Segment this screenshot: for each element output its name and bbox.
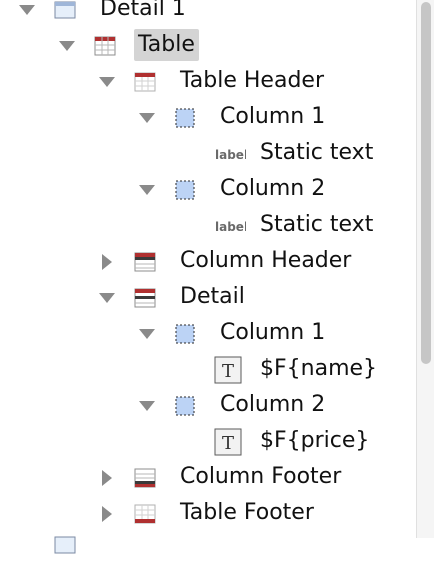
column-icon bbox=[174, 179, 196, 201]
tree-item-label: Column 2 bbox=[220, 176, 326, 201]
tree-item-label: Column 1 bbox=[220, 320, 326, 345]
tree-row-table[interactable]: Table bbox=[0, 28, 416, 64]
tree-item-label: Detail 1 bbox=[100, 0, 186, 21]
tree-row-text-field[interactable]: T $F{price} bbox=[0, 424, 416, 460]
static-text-icon: label bbox=[214, 143, 246, 165]
scrollbar-thumb[interactable] bbox=[421, 2, 431, 364]
expand-arrow-icon[interactable] bbox=[56, 35, 78, 57]
tree-row-table-footer[interactable]: Table Footer bbox=[0, 496, 416, 532]
tree-item-label: $F{name} bbox=[260, 356, 378, 381]
column-footer-icon bbox=[134, 467, 156, 489]
collapsed-arrow-icon[interactable] bbox=[96, 467, 118, 489]
vertical-scrollbar[interactable] bbox=[416, 0, 434, 538]
text-field-icon: T bbox=[214, 428, 242, 456]
expand-arrow-icon[interactable] bbox=[136, 107, 158, 129]
expand-arrow-icon[interactable] bbox=[96, 287, 118, 309]
table-icon bbox=[94, 35, 116, 57]
expand-arrow-icon[interactable] bbox=[136, 323, 158, 345]
tree-row-column-header[interactable]: Column Header bbox=[0, 244, 416, 280]
table-footer-icon bbox=[134, 503, 156, 525]
tree-item-label: Table Footer bbox=[180, 500, 314, 525]
collapsed-arrow-icon[interactable] bbox=[96, 503, 118, 525]
text-field-badge: T bbox=[222, 361, 234, 382]
tree-item-label: Column 2 bbox=[220, 392, 326, 417]
tree-row-column-footer[interactable]: Column Footer bbox=[0, 460, 416, 496]
tree-item-label: Detail bbox=[180, 284, 245, 309]
band-icon bbox=[54, 0, 76, 21]
tree-item-label: Table bbox=[134, 29, 199, 61]
text-field-badge: T bbox=[222, 433, 234, 454]
tree-item-label: Column Header bbox=[180, 248, 352, 273]
tree-row-static-text[interactable]: label Static text bbox=[0, 208, 416, 244]
tree-item-label: $F{price} bbox=[260, 428, 370, 453]
tree-row-column-2[interactable]: Column 2 bbox=[0, 388, 416, 424]
tree-row-partial bbox=[0, 532, 416, 568]
expand-arrow-icon[interactable] bbox=[96, 71, 118, 93]
tree-row-table-header[interactable]: Table Header bbox=[0, 64, 416, 100]
tree-row-column-2[interactable]: Column 2 bbox=[0, 172, 416, 208]
band-icon bbox=[54, 534, 76, 556]
collapsed-arrow-icon[interactable] bbox=[96, 251, 118, 273]
expand-arrow-icon[interactable] bbox=[136, 179, 158, 201]
column-icon bbox=[174, 323, 196, 345]
table-header-icon bbox=[134, 71, 156, 93]
tree-row-column-1[interactable]: Column 1 bbox=[0, 100, 416, 136]
column-icon bbox=[174, 107, 196, 129]
tree-item-label: Static text bbox=[260, 212, 374, 237]
text-field-icon: T bbox=[214, 356, 242, 384]
detail-icon bbox=[134, 287, 156, 309]
tree-row-detail-1[interactable]: Detail 1 bbox=[0, 0, 416, 28]
column-icon bbox=[174, 395, 196, 417]
expand-arrow-icon[interactable] bbox=[16, 0, 38, 21]
tree-row-detail[interactable]: Detail bbox=[0, 280, 416, 316]
tree-row-column-1[interactable]: Column 1 bbox=[0, 316, 416, 352]
expand-arrow-icon[interactable] bbox=[136, 395, 158, 417]
column-header-icon bbox=[134, 251, 156, 273]
static-text-badge: label bbox=[215, 220, 246, 234]
static-text-icon: label bbox=[214, 215, 246, 237]
tree-item-label: Static text bbox=[260, 140, 374, 165]
outline-tree[interactable]: Detail 1 Table Table Header Column 1 lab… bbox=[0, 0, 416, 554]
tree-item-label: Column Footer bbox=[180, 464, 342, 489]
tree-item-label: Table Header bbox=[180, 68, 324, 93]
static-text-badge: label bbox=[215, 148, 246, 162]
tree-row-text-field[interactable]: T $F{name} bbox=[0, 352, 416, 388]
tree-item-label: Column 1 bbox=[220, 104, 326, 129]
tree-row-static-text[interactable]: label Static text bbox=[0, 136, 416, 172]
